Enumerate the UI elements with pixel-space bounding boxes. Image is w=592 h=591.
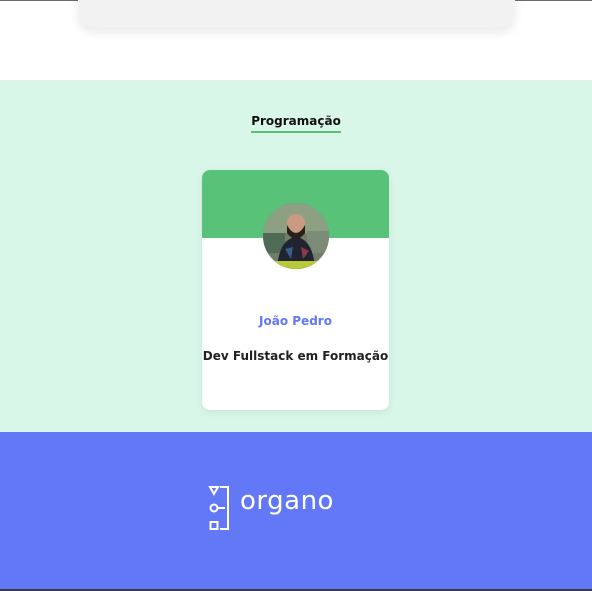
team-section-programacao: Programação João Pedro Dev Fullstack em … xyxy=(0,80,592,432)
member-role: Dev Fullstack em Formação xyxy=(202,349,389,363)
member-card: João Pedro Dev Fullstack em Formação xyxy=(202,170,389,410)
form-card-bottom xyxy=(78,0,515,27)
organo-logo[interactable]: organo xyxy=(208,484,348,536)
avatar xyxy=(263,203,329,269)
logo-text: organo xyxy=(240,486,334,516)
avatar-photo-icon xyxy=(263,203,329,269)
team-title: Programação xyxy=(0,114,592,133)
organo-logo-icon xyxy=(208,486,229,530)
footer: organo xyxy=(0,432,592,591)
previous-section xyxy=(0,0,592,80)
team-title-text: Programação xyxy=(251,114,341,133)
member-name: João Pedro xyxy=(259,314,332,328)
